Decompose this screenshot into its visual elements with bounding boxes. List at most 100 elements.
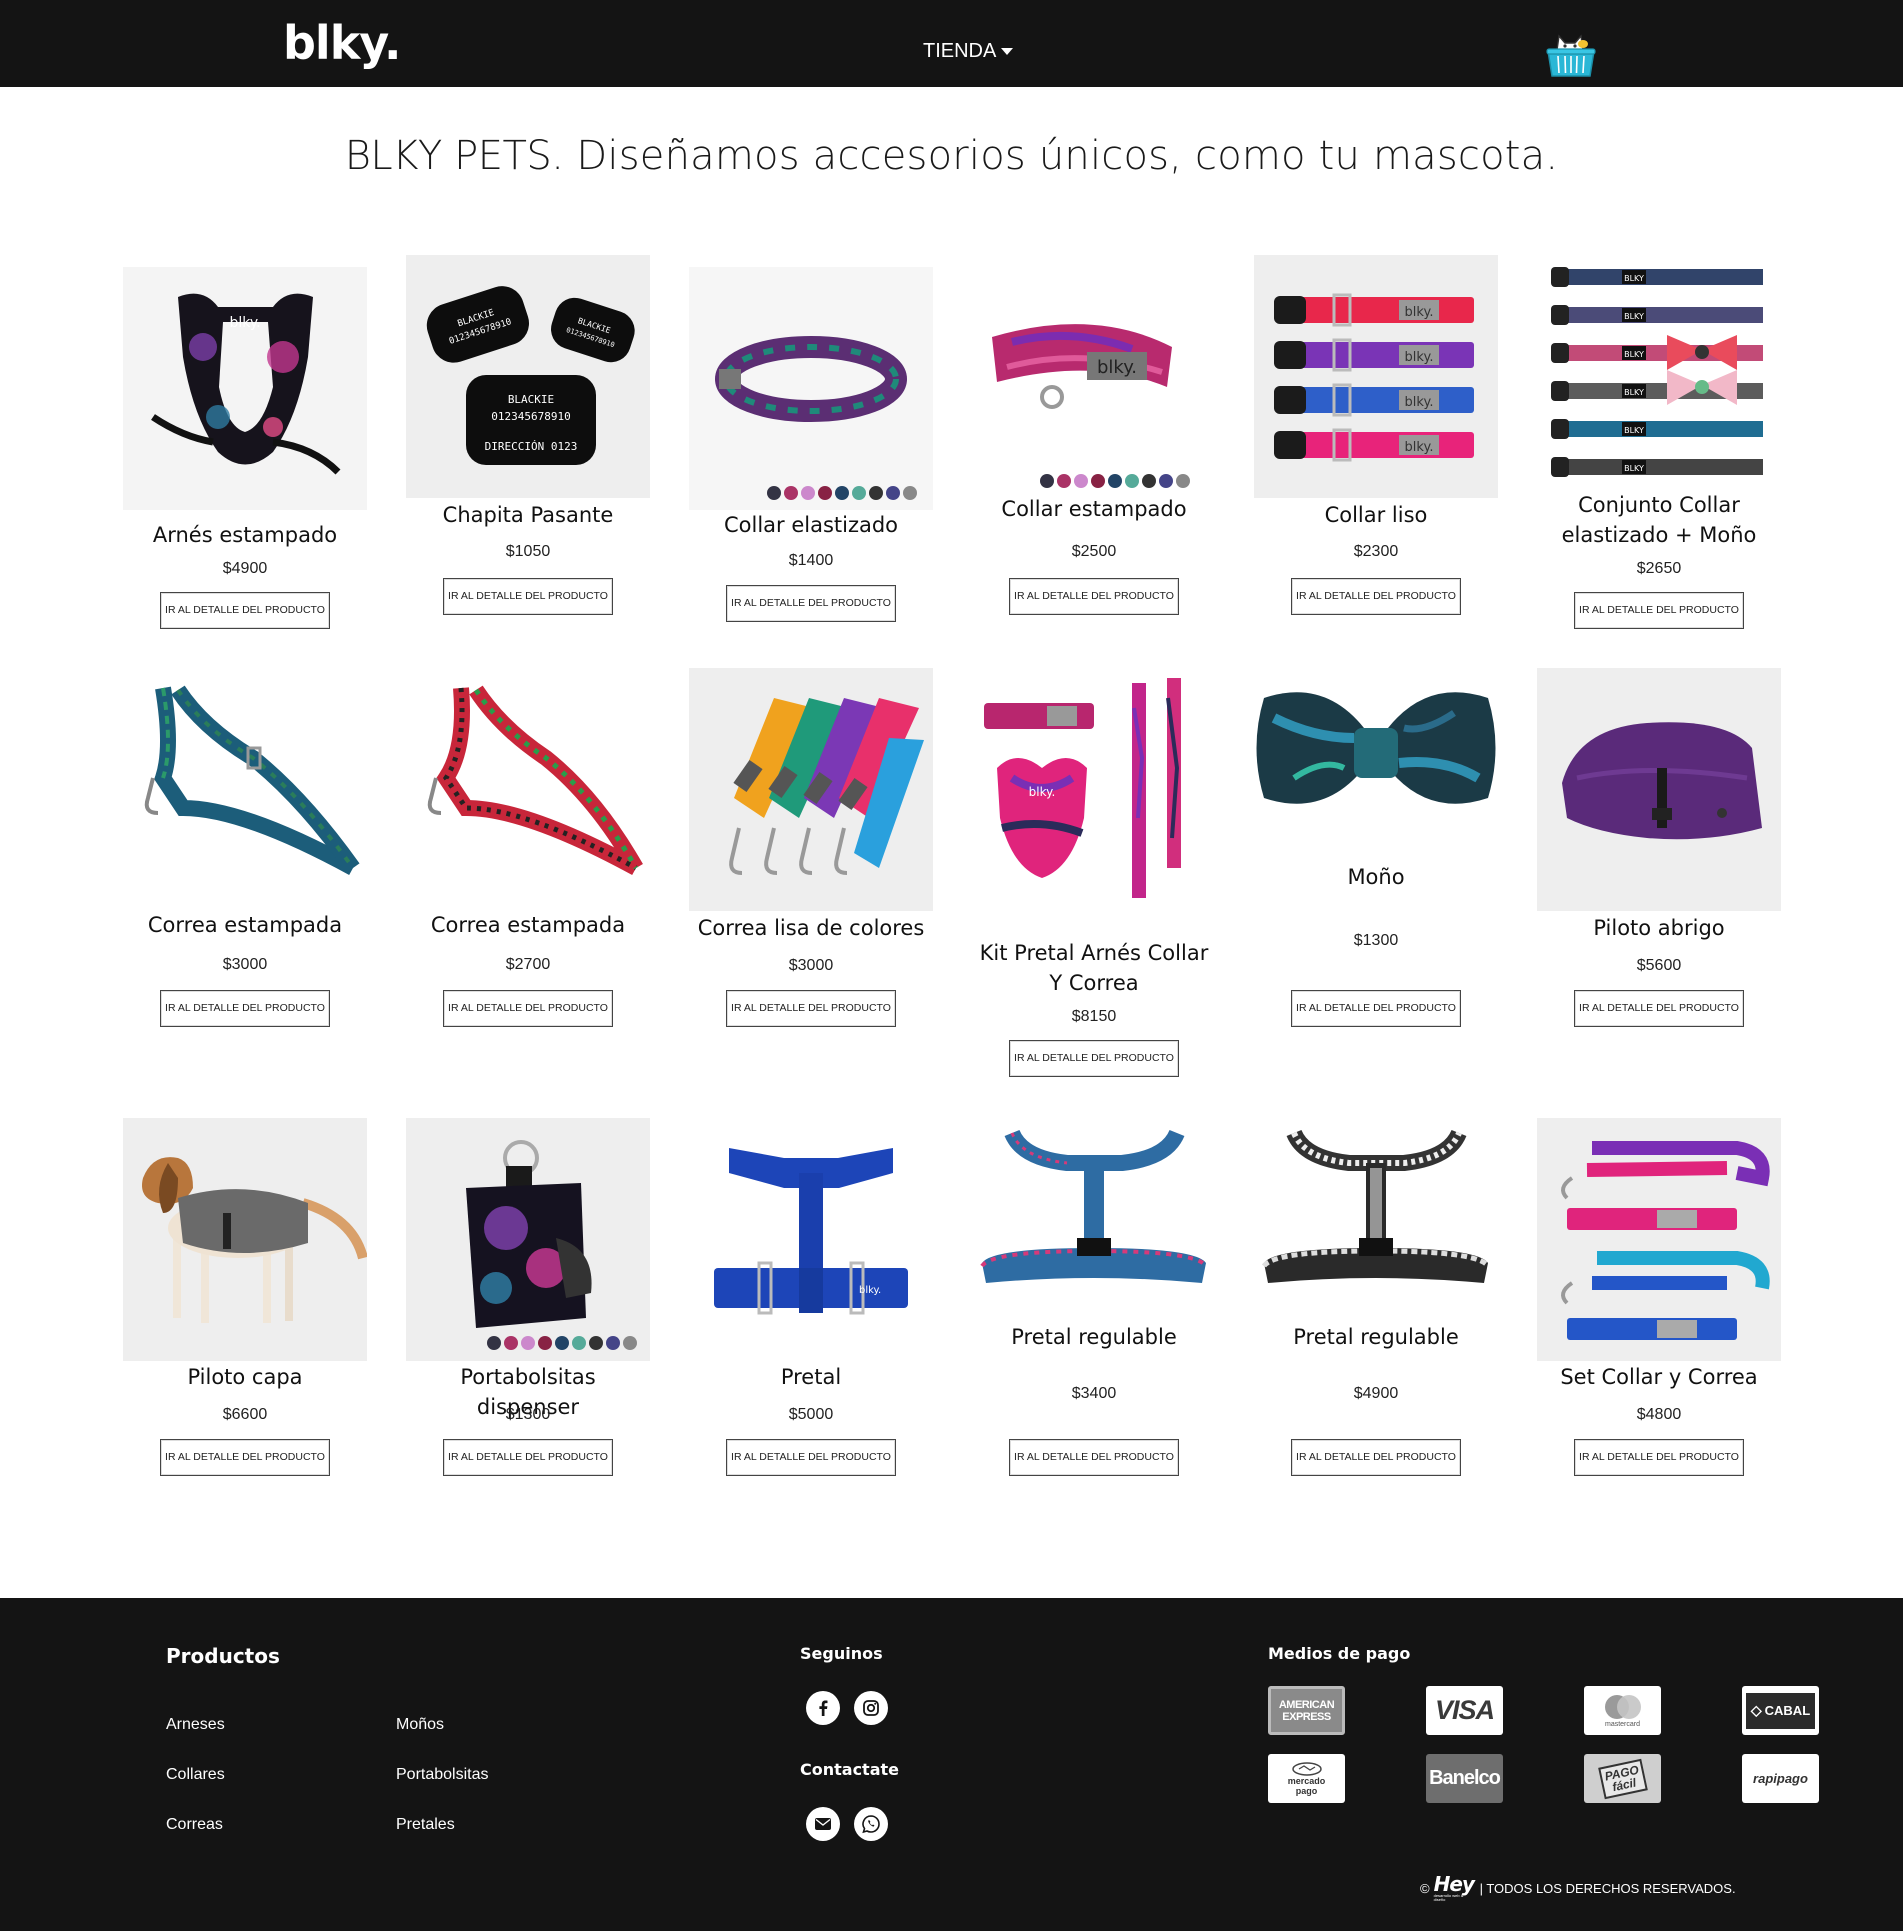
footer-productos-title: Productos <box>166 1644 280 1668</box>
product-price: $2700 <box>505 956 551 973</box>
product-name: Correa estampada <box>147 913 343 937</box>
product-detail-button[interactable]: IR AL DETALLE DEL PRODUCTO <box>443 578 613 615</box>
product-detail-button[interactable]: IR AL DETALLE DEL PRODUCTO <box>1574 592 1744 629</box>
product-image[interactable] <box>123 668 367 911</box>
product-name: Collar estampado <box>1001 497 1187 521</box>
svg-text:blky.: blky. <box>1405 350 1434 365</box>
product-detail-button[interactable]: IR AL DETALLE DEL PRODUCTO <box>443 990 613 1027</box>
product-detail-button[interactable]: IR AL DETALLE DEL PRODUCTO <box>726 1439 896 1476</box>
product-image[interactable] <box>1537 668 1781 911</box>
facebook-icon[interactable] <box>806 1691 840 1725</box>
product-detail-button[interactable]: IR AL DETALLE DEL PRODUCTO <box>443 1439 613 1476</box>
product-image[interactable] <box>1537 1118 1781 1361</box>
brand-logo[interactable]: blky. <box>283 20 402 66</box>
product-image[interactable]: BLKY BLKY BLKY BLKY BLKY BLKY <box>1537 255 1781 498</box>
product-detail-button[interactable]: IR AL DETALLE DEL PRODUCTO <box>726 990 896 1027</box>
amex-logo: AMERICAN EXPRESS <box>1268 1686 1345 1735</box>
email-icon[interactable] <box>806 1807 840 1841</box>
svg-text:blky.: blky. <box>1405 440 1434 455</box>
svg-text:BLKY: BLKY <box>1624 312 1644 321</box>
instagram-icon[interactable] <box>854 1691 888 1725</box>
product-image[interactable] <box>689 267 933 510</box>
hero-text: Diseñamos accesorios únicos, como tu mas… <box>563 133 1559 179</box>
product-price: $3000 <box>788 957 834 974</box>
product-detail-button[interactable]: IR AL DETALLE DEL PRODUCTO <box>160 1439 330 1476</box>
product-name: Correa lisa de colores <box>697 916 925 940</box>
product-card: blky. Collar estampado $2500 IR AL DETALLE… <box>972 267 1216 615</box>
product-card: Correa estampada $2700 IR AL DETALLE DEL P… <box>406 668 650 1027</box>
footer-seguinos-title: Seguinos <box>800 1644 883 1663</box>
footer-link-pretales[interactable]: Pretales <box>396 1816 455 1834</box>
product-price: $3000 <box>222 956 268 973</box>
product-image[interactable] <box>123 1118 367 1361</box>
whatsapp-icon[interactable] <box>854 1807 888 1841</box>
product-card: Pretal regulable $4900 IR AL DETALLE DEL P… <box>1254 1118 1498 1476</box>
product-name: Conjunto Collar elastizado + Moño <box>1561 493 1757 547</box>
product-name: Piloto abrigo <box>1593 916 1725 940</box>
product-card: BLACKIE 012345678910 BLACKIE 01234567891… <box>406 255 650 615</box>
copyright: © Hey desarrollo web & diseño | TODOS LO… <box>1420 1874 1736 1902</box>
svg-text:blky.: blky. <box>1097 357 1137 378</box>
product-name: Piloto capa <box>187 1365 303 1389</box>
product-price: $5000 <box>788 1406 834 1423</box>
product-price: $4800 <box>1636 1406 1682 1423</box>
svg-text:BLKY: BLKY <box>1624 464 1644 473</box>
svg-text:blky.: blky. <box>859 1285 881 1296</box>
pago-facil-logo: PAGO fácil <box>1584 1754 1661 1803</box>
product-detail-button[interactable]: IR AL DETALLE DEL PRODUCTO <box>726 585 896 622</box>
product-card: Piloto capa $6600 IR AL DETALLE DEL PRODUC… <box>123 1118 367 1476</box>
hey-logo[interactable]: Hey desarrollo web & diseño <box>1434 1874 1476 1902</box>
product-image[interactable]: blky. <box>972 267 1216 510</box>
footer-link-arneses[interactable]: Arneses <box>166 1716 225 1734</box>
product-detail-button[interactable]: IR AL DETALLE DEL PRODUCTO <box>1574 990 1744 1027</box>
mercado-pago-logo: mercado pago <box>1268 1754 1345 1803</box>
svg-text:BLACKIE: BLACKIE <box>508 393 554 406</box>
product-detail-button[interactable]: IR AL DETALLE DEL PRODUCTO <box>1009 1439 1179 1476</box>
footer-link-monos[interactable]: Moños <box>396 1716 444 1734</box>
product-image[interactable] <box>406 668 650 911</box>
product-card: Moño $1300 IR AL DETALLE DEL PRODUCTO <box>1254 668 1498 1027</box>
product-card: Correa lisa de colores $3000 IR AL DETALLE… <box>689 668 933 1027</box>
product-price: $1050 <box>505 543 551 560</box>
product-image[interactable]: BLACKIE 012345678910 BLACKIE 01234567891… <box>406 255 650 498</box>
product-detail-button[interactable]: IR AL DETALLE DEL PRODUCTO <box>160 990 330 1027</box>
product-card: Pretal regulable $3400 IR AL DETALLE DEL P… <box>972 1118 1216 1476</box>
product-image[interactable]: blky. <box>123 267 367 510</box>
nav-tienda-dropdown[interactable]: TIENDA <box>923 40 1014 63</box>
rights-text: | TODOS LOS DERECHOS RESERVADOS. <box>1479 1880 1736 1896</box>
product-name: Collar liso <box>1324 503 1428 527</box>
hero-brand: BLKY PETS. <box>344 133 564 179</box>
hero-tagline: BLKY PETS. Diseñamos accesorios únicos, … <box>0 133 1903 179</box>
product-detail-button[interactable]: IR AL DETALLE DEL PRODUCTO <box>1009 578 1179 615</box>
product-image[interactable] <box>406 1118 650 1361</box>
footer-link-collares[interactable]: Collares <box>166 1766 225 1784</box>
product-price: $4900 <box>1353 1385 1399 1402</box>
product-card: blky. Pretal $5000 IR AL DETALLE DEL PRODUC… <box>689 1118 933 1476</box>
product-image[interactable] <box>689 668 933 911</box>
product-name: Pretal <box>780 1365 842 1389</box>
product-image[interactable]: blky. <box>972 668 1216 911</box>
product-price: $6600 <box>222 1406 268 1423</box>
product-price: $1300 <box>505 1406 551 1423</box>
product-detail-button[interactable]: IR AL DETALLE DEL PRODUCTO <box>1291 578 1461 615</box>
footer-link-portabolsitas[interactable]: Portabolsitas <box>396 1766 489 1784</box>
product-detail-button[interactable]: IR AL DETALLE DEL PRODUCTO <box>1009 1040 1179 1077</box>
footer-link-correas[interactable]: Correas <box>166 1816 223 1834</box>
product-card: Collar elastizado $1400 IR AL DETALLE DEL … <box>689 267 933 622</box>
product-detail-button[interactable]: IR AL DETALLE DEL PRODUCTO <box>1291 990 1461 1027</box>
product-name: Pretal regulable <box>1293 1325 1459 1349</box>
nav-tienda-label: TIENDA <box>923 40 997 62</box>
product-image[interactable]: blky. <box>689 1118 933 1361</box>
product-detail-button[interactable]: IR AL DETALLE DEL PRODUCTO <box>160 592 330 629</box>
product-detail-button[interactable]: IR AL DETALLE DEL PRODUCTO <box>1291 1439 1461 1476</box>
footer-contactate-title: Contactate <box>800 1760 899 1779</box>
product-card: Portabolsitas dispenser $1300 IR AL DETALL… <box>406 1118 650 1476</box>
product-image[interactable]: blky. blky. blky. blky. <box>1254 255 1498 498</box>
product-card: blky. Kit Pretal Arnés Collar Y Correa $8… <box>972 668 1216 1077</box>
svg-text:BLKY: BLKY <box>1624 426 1644 435</box>
product-card: Set Collar y Correa $4800 IR AL DETALLE DE… <box>1537 1118 1781 1476</box>
cart-basket-icon[interactable] <box>1545 30 1597 80</box>
rapipago-logo: rapipago <box>1742 1754 1819 1803</box>
product-card: Piloto abrigo $5600 IR AL DETALLE DEL PROD… <box>1537 668 1781 1027</box>
product-detail-button[interactable]: IR AL DETALLE DEL PRODUCTO <box>1574 1439 1744 1476</box>
